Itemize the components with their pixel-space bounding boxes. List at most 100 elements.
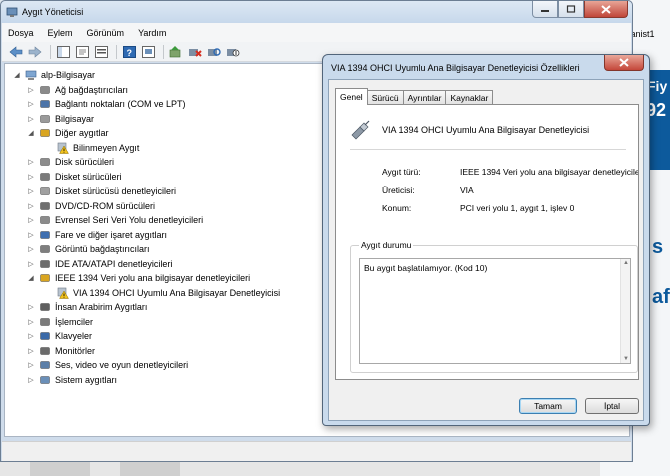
expand-arrow-icon[interactable]: ▷ — [27, 347, 35, 355]
tree-item[interactable]: ▷ İşlemciler — [27, 315, 93, 329]
tree-item[interactable]: ▷ DVD/CD-ROM sürücüleri — [27, 199, 155, 213]
menu-action[interactable]: Eylem — [48, 28, 73, 38]
expand-arrow-icon[interactable]: ▷ — [27, 100, 35, 108]
tab-general[interactable]: Genel — [335, 88, 368, 105]
properties-button[interactable] — [74, 44, 90, 60]
tree-item[interactable]: ▷ Fare ve diğer işaret aygıtları — [27, 228, 167, 242]
tree-item[interactable]: ◢ Diğer aygıtlar — [27, 126, 108, 140]
menu-help[interactable]: Yardım — [138, 28, 166, 38]
device-status-textbox[interactable]: Bu aygıt başlatılamıyor. (Kod 10) ▲ ▼ — [359, 258, 631, 364]
tree-item[interactable]: ▷ İnsan Arabirim Aygıtları — [27, 300, 147, 314]
tree-item-label: İşlemciler — [55, 316, 94, 327]
network-adapter-icon — [40, 85, 50, 94]
help-icon: ? — [122, 45, 136, 58]
window-title: Aygıt Yöneticisi — [22, 7, 84, 17]
status-scrollbar[interactable]: ▲ ▼ — [620, 259, 630, 363]
tree-item[interactable]: ▷ Ağ bağdaştırıcıları — [27, 83, 128, 97]
tab-resources[interactable]: Kaynaklar — [445, 90, 494, 104]
tree-item[interactable]: ◢ IEEE 1394 Veri yolu ana bilgisayar dene… — [27, 271, 250, 285]
expand-arrow-icon[interactable]: ▷ — [27, 216, 35, 224]
tree-item-label: Fare ve diğer işaret aygıtları — [55, 229, 168, 240]
tree-item-label: DVD/CD-ROM sürücüleri — [55, 200, 156, 211]
collapse-arrow-icon[interactable]: ◢ — [27, 129, 35, 137]
firewire-icon — [40, 274, 50, 282]
tab-strip: Genel Sürücü Ayrıntılar Kaynaklar — [335, 88, 494, 105]
expand-arrow-icon[interactable]: ▷ — [27, 303, 35, 311]
tab-driver[interactable]: Sürücü — [366, 90, 404, 104]
menu-file[interactable]: Dosya — [8, 28, 34, 38]
tree-item[interactable]: Bilinmeyen Aygıt — [45, 141, 139, 155]
tree-item[interactable]: ▷ Monitörler — [27, 344, 95, 358]
tree-item[interactable]: VIA 1394 OHCI Uyumlu Ana Bilgisayar Dene… — [45, 286, 280, 300]
tree-item-label: Klavyeler — [55, 331, 93, 341]
show-hide-console-tree-button[interactable] — [55, 44, 71, 60]
tree-item[interactable]: ▷ Ses, video ve oyun denetleyicileri — [27, 358, 188, 372]
disable-device-button[interactable] — [225, 44, 241, 60]
processor-icon — [40, 317, 50, 326]
close-button[interactable] — [584, 1, 628, 18]
view-list-button[interactable] — [93, 44, 109, 60]
background-text-1: Fiy — [647, 78, 668, 94]
tree-item[interactable]: ▷ Bilgisayar — [27, 112, 94, 126]
tree-item-label: alp-Bilgisayar — [41, 70, 96, 80]
expand-arrow-icon[interactable]: ▷ — [27, 318, 35, 326]
warning-device-icon — [57, 142, 69, 154]
cancel-button[interactable]: İptal — [585, 398, 639, 414]
expand-arrow-icon[interactable]: ▷ — [27, 231, 35, 239]
expand-arrow-icon[interactable]: ▷ — [27, 187, 35, 195]
tree-item[interactable]: ▷ Bağlantı noktaları (COM ve LPT) — [27, 97, 185, 111]
expand-arrow-icon[interactable]: ▷ — [27, 376, 35, 384]
tree-item[interactable]: ▷ Sistem aygıtları — [27, 373, 117, 387]
dialog-title: VIA 1394 OHCI Uyumlu Ana Bilgisayar Dene… — [331, 63, 580, 73]
maximize-button[interactable] — [558, 1, 584, 18]
tree-item[interactable]: ▷ Görüntü bağdaştırıcıları — [27, 242, 149, 256]
forward-button[interactable] — [27, 44, 43, 60]
device-status-text: Bu aygıt başlatılamıyor. (Kod 10) — [364, 263, 488, 273]
expand-arrow-icon[interactable]: ▷ — [27, 86, 35, 94]
tree-item[interactable]: ▷ Evrensel Seri Veri Yolu denetleyicileri — [27, 213, 203, 227]
dialog-close-button[interactable] — [604, 55, 644, 71]
tree-item[interactable]: ▷ Disk sürücüleri — [27, 155, 114, 169]
background-text-4: af — [652, 286, 670, 308]
uninstall-button[interactable] — [187, 44, 203, 60]
expand-arrow-icon[interactable]: ▷ — [27, 245, 35, 253]
tree-item[interactable]: ▷ Disket sürücüleri — [27, 170, 121, 184]
expand-arrow-icon[interactable]: ▷ — [27, 361, 35, 369]
toolbar-separator — [116, 44, 117, 59]
tree-item-label: IDE ATA/ATAPI denetleyicileri — [55, 258, 173, 269]
expand-arrow-icon[interactable]: ▷ — [27, 158, 35, 166]
update-driver-button[interactable] — [168, 44, 184, 60]
scan-hardware-button[interactable] — [206, 44, 222, 60]
tree-root[interactable]: ◢ alp-Bilgisayar — [13, 68, 95, 82]
minimize-button[interactable] — [532, 1, 558, 18]
titlebar[interactable]: Aygıt Yöneticisi — [1, 1, 632, 23]
back-button[interactable] — [8, 44, 24, 60]
tree-item[interactable]: ▷ IDE ATA/ATAPI denetleyicileri — [27, 257, 172, 271]
system-devices-icon — [40, 375, 50, 384]
expand-arrow-icon[interactable]: ▷ — [27, 260, 35, 268]
monitor-icon — [40, 346, 50, 355]
tab-details[interactable]: Ayrıntılar — [402, 90, 447, 104]
collapse-arrow-icon[interactable]: ◢ — [13, 71, 21, 79]
device-status-group: Aygıt durumu Bu aygıt başlatılamıyor. (K… — [350, 240, 638, 373]
collapse-arrow-icon[interactable]: ◢ — [27, 274, 35, 282]
tree-item-label: Evrensel Seri Veri Yolu denetleyicileri — [55, 215, 204, 225]
tree-item[interactable]: ▷ Klavyeler — [27, 329, 92, 343]
tree-item-label: Bilgisayar — [55, 113, 95, 124]
tree-item[interactable]: ▷ Disket sürücüsü denetleyicileri — [27, 184, 176, 198]
tree-item-label: Sistem aygıtları — [55, 374, 118, 385]
help-button[interactable]: ? — [121, 44, 137, 60]
menu-view[interactable]: Görünüm — [87, 28, 125, 38]
ok-button[interactable]: Tamam — [519, 398, 577, 414]
expand-arrow-icon[interactable]: ▷ — [27, 332, 35, 340]
expand-arrow-icon[interactable]: ▷ — [27, 202, 35, 210]
expand-arrow-icon[interactable]: ▷ — [27, 173, 35, 181]
expand-arrow-icon[interactable]: ▷ — [27, 115, 35, 123]
device-view-button[interactable] — [140, 44, 156, 60]
location-label: Konum: — [382, 203, 412, 213]
svg-text:?: ? — [126, 48, 132, 58]
minimize-icon — [541, 10, 549, 12]
properties-dialog: VIA 1394 OHCI Uyumlu Ana Bilgisayar Dene… — [322, 54, 650, 426]
toolbar-separator — [163, 44, 164, 59]
